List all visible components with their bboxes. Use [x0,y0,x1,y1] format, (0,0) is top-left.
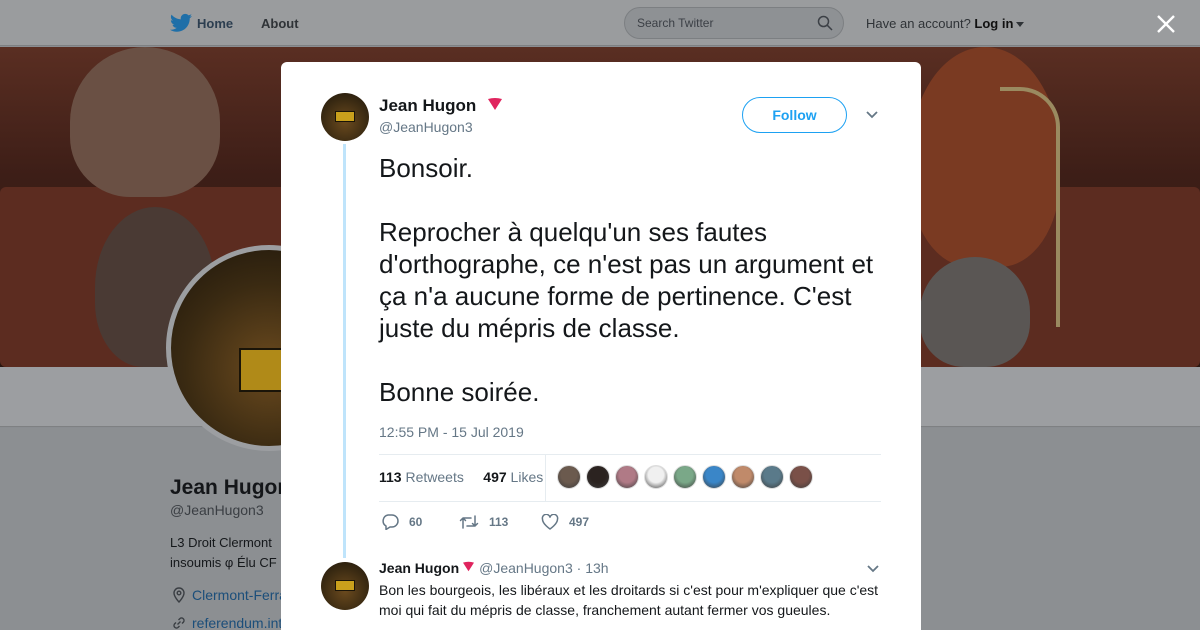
likes-label: Likes [510,469,544,485]
tweet-actions: 60 113 497 [381,514,621,530]
caret-down-icon[interactable] [1016,22,1025,28]
liker-avatar[interactable] [615,465,639,489]
avatar-road-sign [335,580,355,591]
reply-button[interactable]: 60 [381,514,459,530]
search-icon [817,15,833,31]
top-navigation-bar: Home About Search Twitter Have an accoun… [0,0,1200,46]
reply-author-name[interactable]: Jean Hugon [379,560,459,576]
retweets-stat[interactable]: 113 Retweets [379,469,464,485]
tweet-text-line: Bonsoir. [379,153,473,183]
chevron-down-icon[interactable] [865,110,879,120]
retweet-button[interactable]: 113 [459,514,541,530]
reply-author-avatar[interactable] [321,562,369,610]
account-prompt: Have an account? [866,16,971,31]
likers-avatars [557,465,813,489]
author-name[interactable]: Jean Hugon [379,96,476,116]
banner-microphone [1000,87,1060,327]
like-count: 497 [483,469,507,485]
profile-bio-line: insoumis φ Élu CF [170,555,277,570]
tweet-text: Bonsoir. Reprocher à quelqu'un ses faute… [379,152,889,408]
search-placeholder: Search Twitter [637,16,714,30]
reply-header: Jean Hugon @JeanHugon3 · 13h [379,560,609,576]
login-link[interactable]: Log in [974,16,1013,31]
author-avatar[interactable] [321,93,369,141]
nav-home-link[interactable]: Home [197,16,233,31]
profile-url[interactable]: referendum.int [192,615,282,630]
tweet-timestamp[interactable]: 12:55 PM - 15 Jul 2019 [379,424,524,440]
liker-avatar[interactable] [586,465,610,489]
retweets-label: Retweets [405,469,464,485]
like-button[interactable]: 497 [541,514,621,530]
link-icon [173,617,185,629]
thread-line [343,144,346,558]
reply-count: 60 [409,515,423,529]
liker-avatar[interactable] [789,465,813,489]
retweet-icon [459,515,479,529]
profile-location: Clermont-Ferra [192,587,287,603]
twitter-bird-icon[interactable] [170,13,192,33]
search-input[interactable]: Search Twitter [624,7,844,39]
rose-icon [488,98,502,110]
avatar-road-sign [335,111,355,122]
reply-age[interactable]: 13h [585,560,608,576]
liker-avatar[interactable] [760,465,784,489]
profile-name: Jean Hugon [170,476,291,499]
liker-avatar[interactable] [731,465,755,489]
tweet-stats: 113 Retweets 497 Likes [379,469,543,485]
profile-bio-line: L3 Droit Clermont [170,535,272,550]
reply-text: Bon les bourgeois, les libéraux et les d… [379,582,879,618]
tweet-modal: Jean Hugon @JeanHugon3 Follow Bonsoir. R… [281,62,921,630]
account-area: Have an account? Log in [866,16,1025,31]
tweet-text-line: Reprocher à quelqu'un ses fautes d'ortho… [379,217,874,343]
liker-avatar[interactable] [702,465,726,489]
close-icon[interactable] [1155,13,1177,35]
tweet-text-line: Bonne soirée. [379,377,540,407]
location-pin-icon [173,587,185,603]
liker-avatar[interactable] [557,465,581,489]
retweet-count: 113 [379,469,402,485]
banner-person [70,47,220,197]
reply-icon [382,514,399,530]
follow-button[interactable]: Follow [742,97,847,133]
like-action-count: 497 [569,515,590,529]
author-handle[interactable]: @JeanHugon3 [379,119,473,135]
liker-avatar[interactable] [673,465,697,489]
likes-stat[interactable]: 497 Likes [483,469,543,485]
heart-icon [541,514,559,530]
divider [545,455,546,501]
liker-avatar[interactable] [644,465,668,489]
nav-about-link[interactable]: About [261,16,299,31]
reply-separator: · [576,560,582,576]
divider [379,454,881,455]
profile-handle: @JeanHugon3 [170,502,264,518]
retweet-action-count: 113 [489,515,509,529]
reply-author-handle[interactable]: @JeanHugon3 [479,560,573,576]
chevron-down-icon[interactable] [866,564,880,574]
divider [379,501,881,502]
rose-icon [463,561,475,572]
